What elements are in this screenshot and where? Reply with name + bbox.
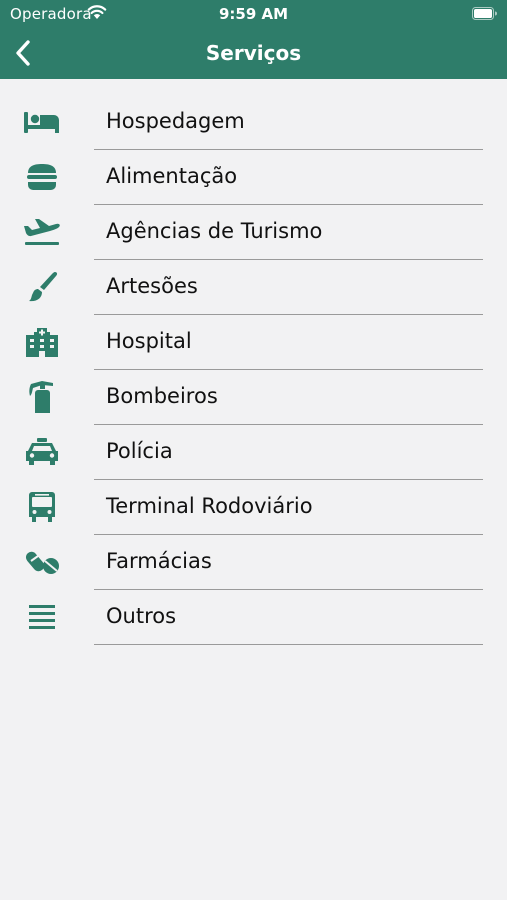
list-item-label: Hospedagem bbox=[106, 109, 245, 133]
list-item-artesoes[interactable]: Artesões bbox=[0, 260, 507, 315]
list-item-label: Farmácias bbox=[106, 549, 212, 573]
list-item-label: Artesões bbox=[106, 274, 198, 298]
clock: 9:59 AM bbox=[218, 5, 289, 23]
list-item-terminal-rodoviario[interactable]: Terminal Rodoviário bbox=[0, 480, 507, 535]
bed-icon bbox=[22, 105, 62, 139]
navigation-bar: Operadora 9:59 AM Serviços bbox=[0, 0, 507, 79]
list-item-label: Hospital bbox=[106, 329, 192, 353]
list-item-hospital[interactable]: Hospital bbox=[0, 315, 507, 370]
list-item-label: Bombeiros bbox=[106, 384, 218, 408]
list-item-bombeiros[interactable]: Bombeiros bbox=[0, 370, 507, 425]
page-title: Serviços bbox=[205, 41, 302, 65]
list-item-outros[interactable]: Outros bbox=[0, 590, 507, 645]
paintbrush-icon bbox=[22, 270, 62, 304]
list-item-label: Outros bbox=[106, 604, 177, 628]
list-item-label: Polícia bbox=[106, 439, 173, 463]
battery-icon bbox=[472, 7, 497, 20]
list-item-agencias[interactable]: Agências de Turismo bbox=[0, 205, 507, 260]
burger-icon bbox=[22, 160, 62, 194]
list-item-label: Terminal Rodoviário bbox=[106, 494, 313, 518]
list-item-policia[interactable]: Polícia bbox=[0, 425, 507, 480]
fire-extinguisher-icon bbox=[22, 380, 62, 414]
list-icon bbox=[22, 600, 62, 634]
divider bbox=[94, 644, 483, 645]
airplane-icon bbox=[22, 215, 62, 249]
list-item-alimentacao[interactable]: Alimentação bbox=[0, 150, 507, 205]
list-item-farmacias[interactable]: Farmácias bbox=[0, 535, 507, 590]
list-item-label: Agências de Turismo bbox=[106, 219, 323, 243]
bus-icon bbox=[22, 490, 62, 524]
hospital-icon bbox=[22, 325, 62, 359]
pills-icon bbox=[22, 545, 62, 579]
services-list: Hospedagem Alimentação Agências de Turis… bbox=[0, 95, 507, 645]
list-item-label: Alimentação bbox=[106, 164, 238, 188]
car-icon bbox=[22, 435, 62, 469]
status-bar: Operadora 9:59 AM bbox=[0, 0, 507, 28]
list-item-hospedagem[interactable]: Hospedagem bbox=[0, 95, 507, 150]
